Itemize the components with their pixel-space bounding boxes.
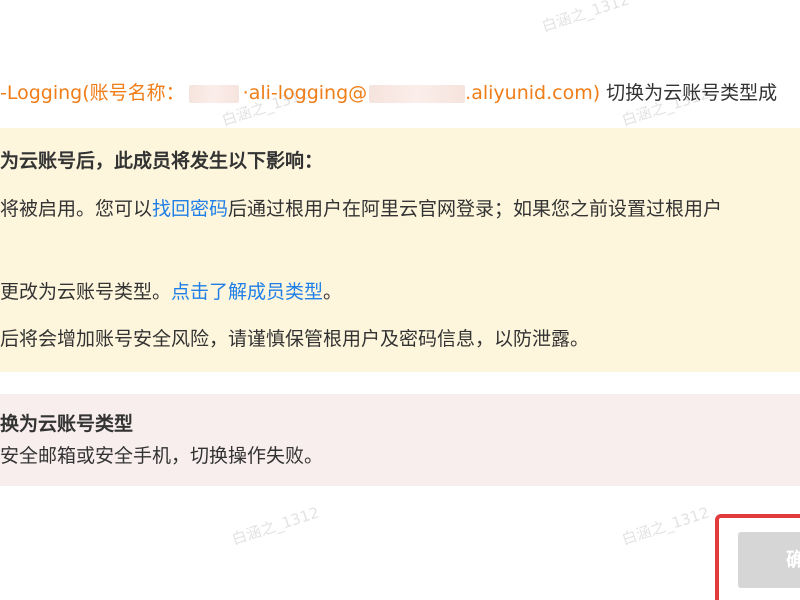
account-email-local: ·ali-logging@ bbox=[242, 82, 368, 104]
recover-password-link[interactable]: 找回密码 bbox=[152, 198, 228, 220]
impact-notice-title: 为云账号后，此成员将发生以下影响： bbox=[0, 150, 324, 172]
switch-error-notice: 换为云账号类型 安全邮箱或安全手机，切换操作失败。 bbox=[0, 394, 800, 486]
watermark: 白涵之_1312 bbox=[539, 0, 632, 36]
error-title: 换为云账号类型 bbox=[0, 413, 134, 435]
account-email-domain: .aliyunid.com) bbox=[465, 82, 601, 104]
member-type-link[interactable]: 点击了解成员类型 bbox=[171, 281, 323, 303]
type-text-after: 。 bbox=[323, 281, 343, 303]
type-text-before: 更改为云账号类型。 bbox=[0, 281, 172, 303]
error-detail: 安全邮箱或安全手机，切换操作失败。 bbox=[0, 445, 324, 467]
switch-result-text: 切换为云账号类型成 bbox=[600, 82, 778, 104]
impact-notice: 为云账号后，此成员将发生以下影响： 将被启用。您可以找回密码后通过根用户在阿里云… bbox=[0, 128, 800, 372]
watermark: 白涵之_1312 bbox=[619, 503, 712, 549]
watermark: 白涵之_1312 bbox=[229, 503, 322, 549]
dialog-content: 白涵之_1312 白涵之_1312 白涵之_1312 白涵之_1312 白涵之_… bbox=[0, 0, 800, 600]
login-text-before: 将被启用。您可以 bbox=[0, 198, 153, 220]
impact-notice-line-security: 后将会增加账号安全风险，请谨慎保管根用户及密码信息，以防泄露。 bbox=[0, 328, 590, 350]
login-text-after: 后通过根用户在阿里云官网登录；如果您之前设置过根用户 bbox=[228, 198, 723, 220]
redacted-account-name bbox=[188, 84, 239, 103]
account-prefix: -Logging(账号名称： bbox=[0, 82, 185, 104]
redacted-account-email bbox=[369, 84, 466, 103]
switch-status-line: -Logging(账号名称： ·ali-logging@ .aliyunid.com… bbox=[0, 78, 800, 108]
impact-notice-line-type: 更改为云账号类型。点击了解成员类型。 bbox=[0, 278, 342, 306]
highlight-frame bbox=[715, 514, 800, 600]
impact-notice-line-login: 将被启用。您可以找回密码后通过根用户在阿里云官网登录；如果您之前设置过根用户 bbox=[0, 195, 722, 223]
